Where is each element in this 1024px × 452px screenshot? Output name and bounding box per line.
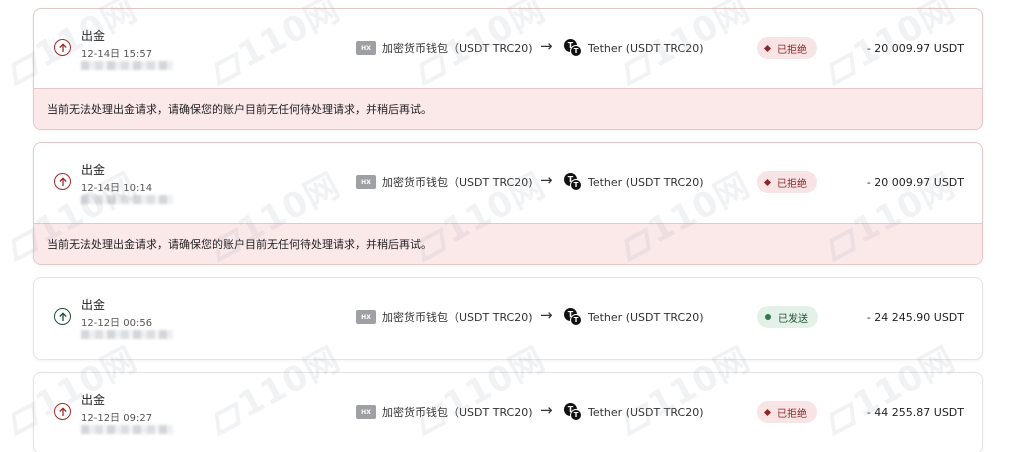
transaction-row[interactable]: 出金 12-14日 10:14 HX 加密货币钱包（USDT TRC20) → … [34,143,982,223]
source-wallet: HX 加密货币钱包（USDT TRC20) [356,40,533,56]
source-label: 加密货币钱包（USDT TRC20) [382,42,533,55]
error-message: 当前无法处理出金请求，请确保您的账户目前无任何待处理请求，并稍后再试。 [34,88,982,129]
redacted-account-id [81,195,173,204]
arrow-right-icon: → [540,171,553,189]
wallet-badge-icon: HX [356,405,376,419]
transaction-row[interactable]: 出金 12-12日 09:27 HX 加密货币钱包（USDT TRC20) → … [34,373,982,452]
arrow-up-circle-icon [54,403,71,420]
transaction-card[interactable]: 出金 12-12日 00:56 HX 加密货币钱包（USDT TRC20) → … [33,277,983,360]
source-wallet: HX 加密货币钱包（USDT TRC20) [356,309,533,325]
error-message: 当前无法处理出金请求，请确保您的账户目前无任何待处理请求，并稍后再试。 [34,223,982,264]
destination: TT Tether (USDT TRC20) [564,308,703,326]
tether-icon: TT [564,403,582,421]
destination: TT Tether (USDT TRC20) [564,173,703,191]
source-wallet: HX 加密货币钱包（USDT TRC20) [356,404,533,420]
destination: TT Tether (USDT TRC20) [564,39,703,57]
redacted-account-id [81,330,173,339]
status-badge: 已发送 [757,306,818,328]
wallet-badge-icon: HX [356,175,376,189]
arrow-up-circle-icon [54,308,71,325]
status-label: 已发送 [778,313,808,325]
transaction-type: 出金 [81,29,106,43]
status-dot-icon [765,314,771,320]
transaction-time: 12-12日 00:56 [81,318,153,329]
transaction-type: 出金 [81,393,106,407]
status-label: 已拒绝 [777,44,807,56]
transaction-type: 出金 [81,298,106,312]
status-dot-icon [763,178,772,186]
transaction-time: 12-12日 09:27 [81,413,153,424]
transaction-card[interactable]: 出金 12-14日 10:14 HX 加密货币钱包（USDT TRC20) → … [33,142,983,265]
transaction-type: 出金 [81,163,106,177]
destination-label: Tether (USDT TRC20) [588,41,704,55]
status-badge: 已拒绝 [757,171,817,193]
arrow-right-icon: → [540,37,553,55]
destination: TT Tether (USDT TRC20) [564,403,703,421]
arrow-right-icon: → [540,401,553,419]
status-badge: 已拒绝 [757,401,817,423]
transaction-list: 出金 12-14日 15:57 HX 加密货币钱包（USDT TRC20) → … [33,8,983,452]
source-wallet: HX 加密货币钱包（USDT TRC20) [356,174,533,190]
transaction-row[interactable]: 出金 12-14日 15:57 HX 加密货币钱包（USDT TRC20) → … [34,9,982,88]
status-label: 已拒绝 [777,178,807,190]
transaction-time: 12-14日 15:57 [81,49,153,60]
redacted-account-id [81,61,173,70]
transaction-amount: - 24 245.90 USDT [866,311,964,324]
arrow-right-icon: → [540,306,553,324]
transaction-amount: - 20 009.97 USDT [866,176,964,189]
tether-icon: TT [564,39,582,57]
status-dot-icon [763,408,772,416]
redacted-account-id [81,425,173,434]
transaction-time: 12-14日 10:14 [81,183,153,194]
source-label: 加密货币钱包（USDT TRC20) [382,311,533,324]
arrow-up-circle-icon [54,173,71,190]
destination-label: Tether (USDT TRC20) [588,310,704,324]
transaction-card[interactable]: 出金 12-14日 15:57 HX 加密货币钱包（USDT TRC20) → … [33,8,983,130]
transaction-amount: - 44 255.87 USDT [866,406,964,419]
wallet-badge-icon: HX [356,310,376,324]
destination-label: Tether (USDT TRC20) [588,405,704,419]
tether-icon: TT [564,173,582,191]
transaction-row[interactable]: 出金 12-12日 00:56 HX 加密货币钱包（USDT TRC20) → … [34,278,982,359]
source-label: 加密货币钱包（USDT TRC20) [382,406,533,419]
destination-label: Tether (USDT TRC20) [588,175,704,189]
status-dot-icon [763,44,772,52]
transaction-amount: - 20 009.97 USDT [866,42,964,55]
status-badge: 已拒绝 [757,37,817,59]
source-label: 加密货币钱包（USDT TRC20) [382,176,533,189]
tether-icon: TT [564,308,582,326]
status-label: 已拒绝 [777,408,807,420]
transaction-card[interactable]: 出金 12-12日 09:27 HX 加密货币钱包（USDT TRC20) → … [33,372,983,452]
wallet-badge-icon: HX [356,41,376,55]
arrow-up-circle-icon [54,39,71,56]
